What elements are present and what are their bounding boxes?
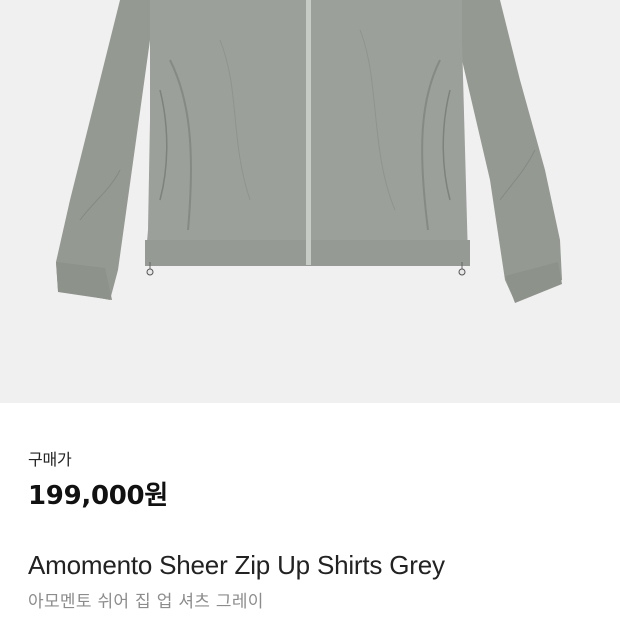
left-sleeve [56,0,150,300]
product-page: 구매가 199,000원 Amomento Sheer Zip Up Shirt… [0,0,620,620]
product-name-en[interactable]: Amomento Sheer Zip Up Shirts Grey [28,550,445,581]
product-name-ko: 아모멘토 쉬어 집 업 셔츠 그레이 [28,592,264,612]
product-image[interactable] [0,0,620,403]
right-sleeve [462,0,562,302]
toggle-left-icon [146,268,154,276]
zipper [306,0,311,265]
price-value: 199,000원 [28,481,168,511]
jacket-illustration [56,0,562,303]
price-label: 구매가 [28,450,72,469]
toggle-right-icon [458,268,466,276]
